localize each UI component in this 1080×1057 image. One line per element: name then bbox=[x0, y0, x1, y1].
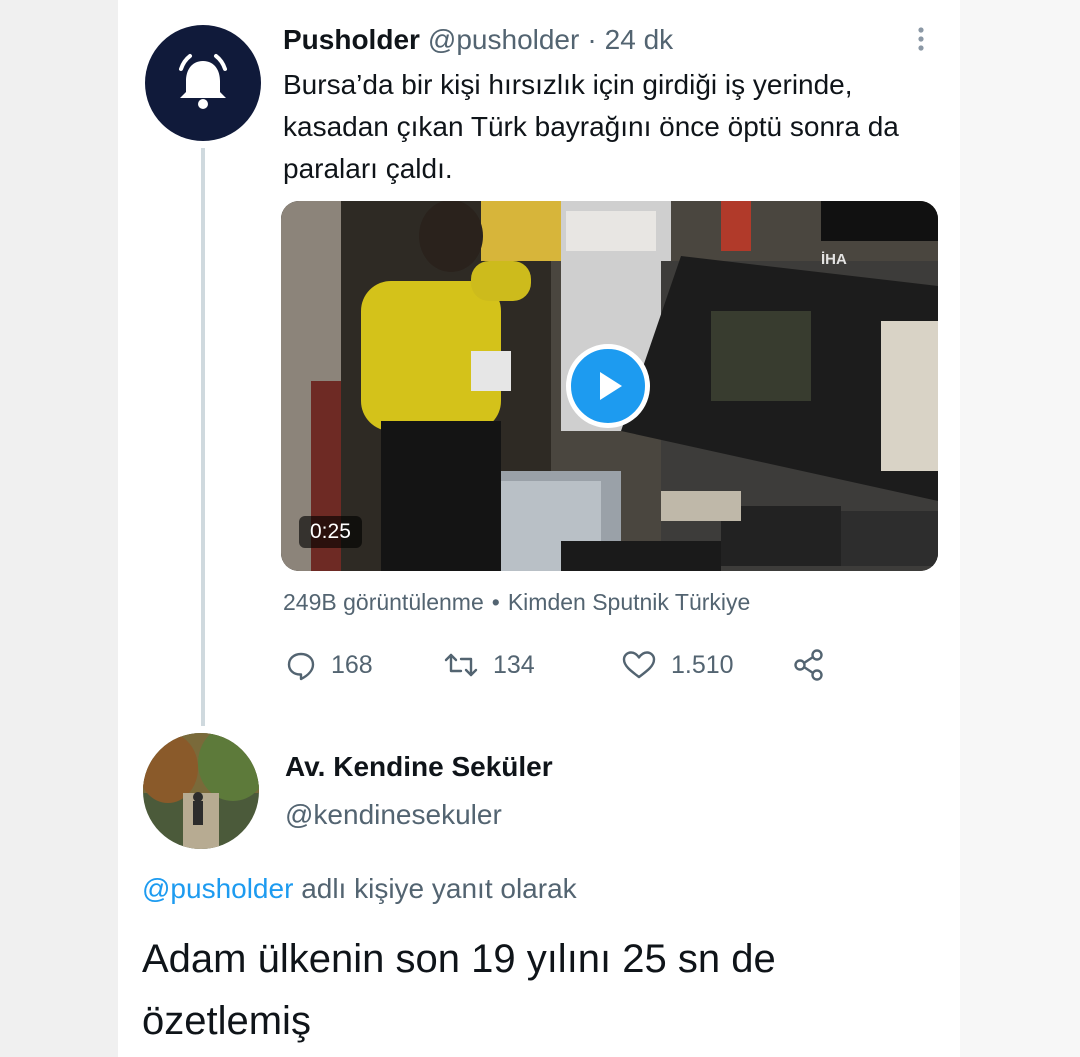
view-count: 249B görüntülenme bbox=[283, 589, 484, 615]
video-watermark: İHA bbox=[821, 251, 847, 268]
play-icon bbox=[600, 372, 622, 400]
retweet-count: 134 bbox=[493, 650, 535, 679]
replying-to-text: adlı kişiye yanıt olarak bbox=[301, 873, 577, 904]
share-button[interactable] bbox=[791, 645, 827, 685]
reply-author-avatar[interactable] bbox=[143, 733, 259, 849]
author-name[interactable]: Pusholder bbox=[283, 24, 420, 56]
like-count: 1.510 bbox=[671, 650, 734, 679]
bell-icon bbox=[179, 54, 227, 109]
tweet-time[interactable]: 24 dk bbox=[605, 24, 674, 56]
heart-icon bbox=[622, 651, 656, 679]
reply-button[interactable]: 168 bbox=[285, 645, 373, 685]
more-options-icon[interactable] bbox=[906, 24, 936, 54]
video-duration: 0:25 bbox=[299, 516, 362, 548]
page-margin bbox=[960, 0, 1080, 1057]
author-handle[interactable]: @pusholder bbox=[428, 24, 579, 56]
retweet-button[interactable]: 134 bbox=[443, 645, 535, 685]
tweet-text: Bursa’da bir kişi hırsızlık için girdiği… bbox=[283, 69, 899, 184]
thread-connector bbox=[201, 148, 205, 726]
reply-count: 168 bbox=[331, 650, 373, 679]
avatar-image bbox=[143, 733, 259, 849]
tweet-meta: 249B görüntülenme • Kimden Sputnik Türkiye bbox=[283, 589, 750, 616]
retweet-icon bbox=[444, 653, 478, 677]
tweet-header: Pusholder @pusholder · 24 dk bbox=[283, 22, 673, 58]
video-player[interactable]: İHA 0:25 bbox=[281, 201, 938, 571]
tweet-source[interactable]: Kimden Sputnik Türkiye bbox=[508, 589, 750, 615]
reply-author-name[interactable]: Av. Kendine Seküler bbox=[285, 751, 553, 783]
share-icon bbox=[794, 649, 823, 681]
play-button[interactable] bbox=[566, 344, 650, 428]
pusholder-avatar[interactable] bbox=[145, 25, 261, 141]
reply-author-handle[interactable]: @kendinesekuler bbox=[285, 799, 502, 831]
replying-to-line: @pusholder adlı kişiye yanıt olarak bbox=[142, 873, 577, 905]
meta-separator: • bbox=[491, 589, 500, 615]
header-separator: · bbox=[587, 24, 597, 55]
like-button[interactable]: 1.510 bbox=[621, 645, 734, 685]
reply-text: Adam ülkenin son 19 yılını 25 sn de özet… bbox=[142, 937, 776, 1043]
replying-to-mention[interactable]: @pusholder bbox=[142, 873, 293, 904]
reply-icon bbox=[287, 652, 315, 681]
